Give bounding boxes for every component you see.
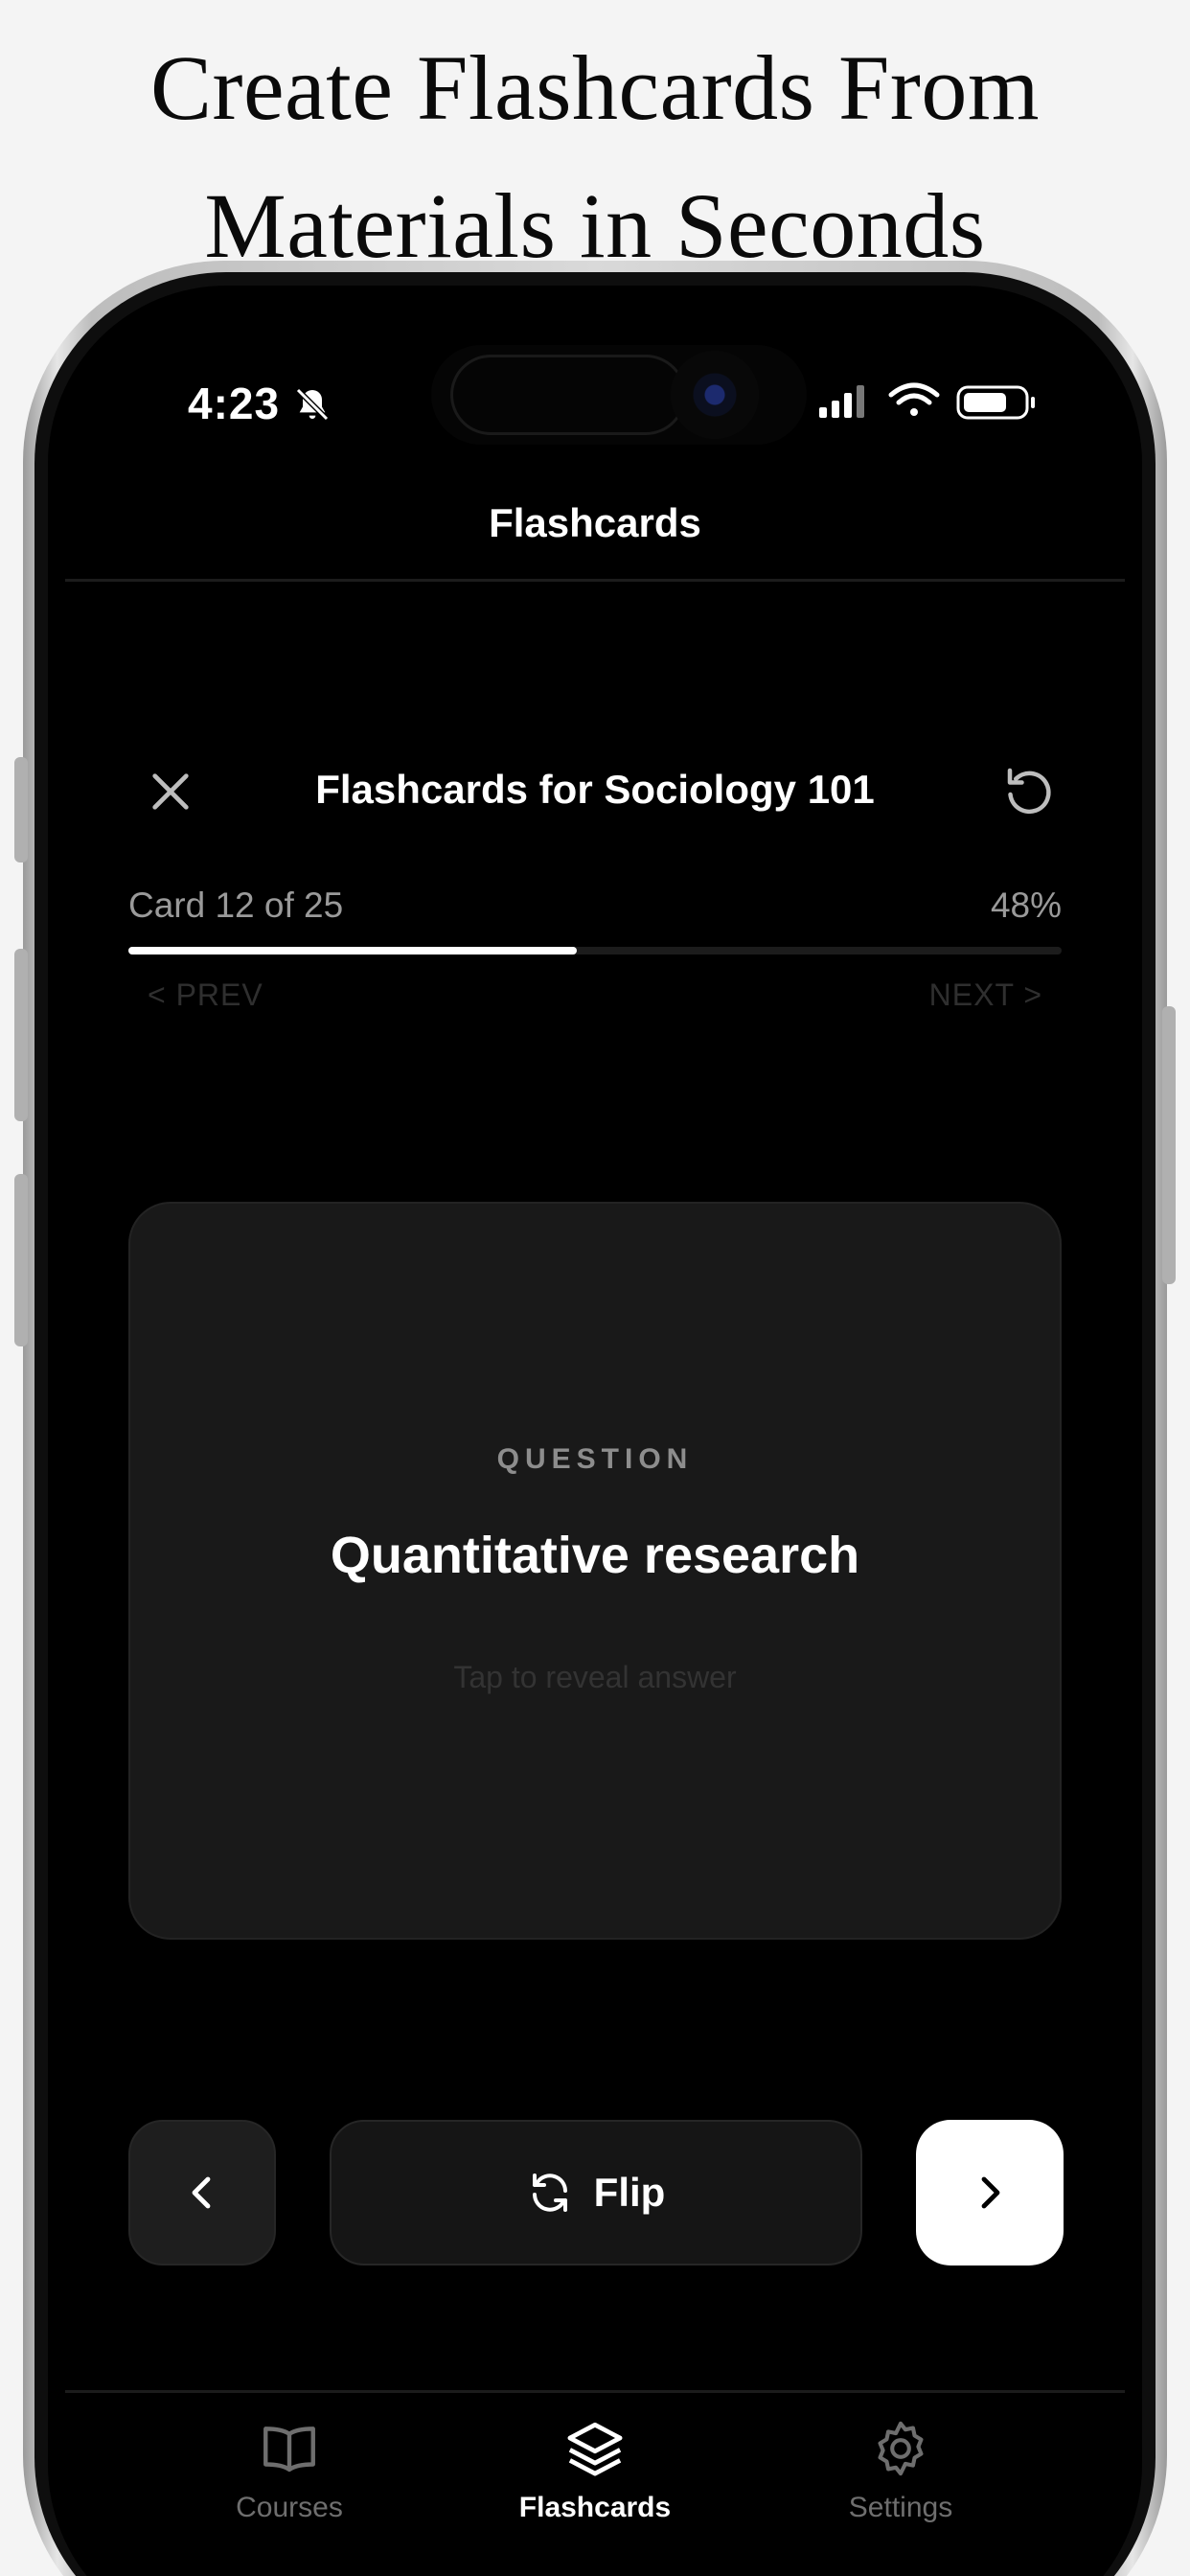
gear-icon xyxy=(878,2421,924,2476)
progress-bar xyxy=(128,947,1062,954)
next-link[interactable]: NEXT > xyxy=(929,978,1042,1013)
card-side-label: QUESTION xyxy=(496,1443,694,1475)
refresh-icon xyxy=(532,2174,567,2212)
flip-label: Flip xyxy=(593,2170,666,2215)
reveal-hint: Tap to reveal answer xyxy=(453,1660,737,1694)
phone-side-button-action xyxy=(14,757,28,862)
flip-button[interactable]: Flip xyxy=(330,2120,862,2266)
chevron-left-icon xyxy=(192,2176,211,2209)
tab-label: Settings xyxy=(848,2492,953,2523)
book-icon xyxy=(263,2426,315,2472)
wifi-icon xyxy=(888,382,940,416)
tab-courses[interactable]: Courses xyxy=(165,2417,414,2524)
deck-title: Flashcards for Sociology 101 xyxy=(315,767,875,812)
nav-title: Flashcards xyxy=(489,500,701,545)
progress-percent: 48% xyxy=(990,886,1062,925)
previous-card-button[interactable] xyxy=(128,2120,276,2266)
promo-headline: Create Flashcards From Materials in Seco… xyxy=(0,19,1190,295)
tab-label: Courses xyxy=(236,2492,343,2523)
chevron-right-icon xyxy=(981,2176,1000,2209)
phone-side-button-volume-down xyxy=(14,1174,28,1346)
prev-link[interactable]: < PREV xyxy=(148,978,263,1013)
cellular-signal-icon xyxy=(819,385,864,418)
close-icon[interactable] xyxy=(144,765,197,818)
bell-slash-icon xyxy=(295,387,330,422)
layers-icon xyxy=(567,2422,623,2476)
status-icons xyxy=(819,382,1035,420)
progress-bar-fill xyxy=(128,947,577,954)
tabbar-divider xyxy=(65,2390,1125,2393)
tab-settings[interactable]: Settings xyxy=(776,2417,1025,2524)
nav-divider xyxy=(65,579,1125,582)
headline-line-1: Create Flashcards From xyxy=(149,36,1041,139)
front-camera xyxy=(671,351,759,439)
flashcard[interactable]: QUESTION Quantitative research Tap to re… xyxy=(128,1202,1062,1940)
reset-icon[interactable] xyxy=(1000,761,1058,818)
card-count: Card 12 of 25 xyxy=(128,886,344,925)
status-time: 4:23 xyxy=(188,379,281,428)
tab-label: Flashcards xyxy=(518,2492,672,2523)
next-card-button[interactable] xyxy=(916,2120,1064,2266)
tab-flashcards[interactable]: Flashcards xyxy=(470,2417,720,2524)
phone-side-button-volume-up xyxy=(14,949,28,1121)
battery-icon xyxy=(956,385,1035,420)
phone-side-button-power xyxy=(1162,1006,1176,1284)
card-question: Quantitative research xyxy=(330,1527,860,1584)
tab-bar: Courses Flashcards Settings xyxy=(48,2394,1142,2576)
dynamic-island-sensor xyxy=(450,355,686,435)
phone-screen: 4:23 Flashcards Flashcards for Sociology… xyxy=(48,286,1142,2576)
